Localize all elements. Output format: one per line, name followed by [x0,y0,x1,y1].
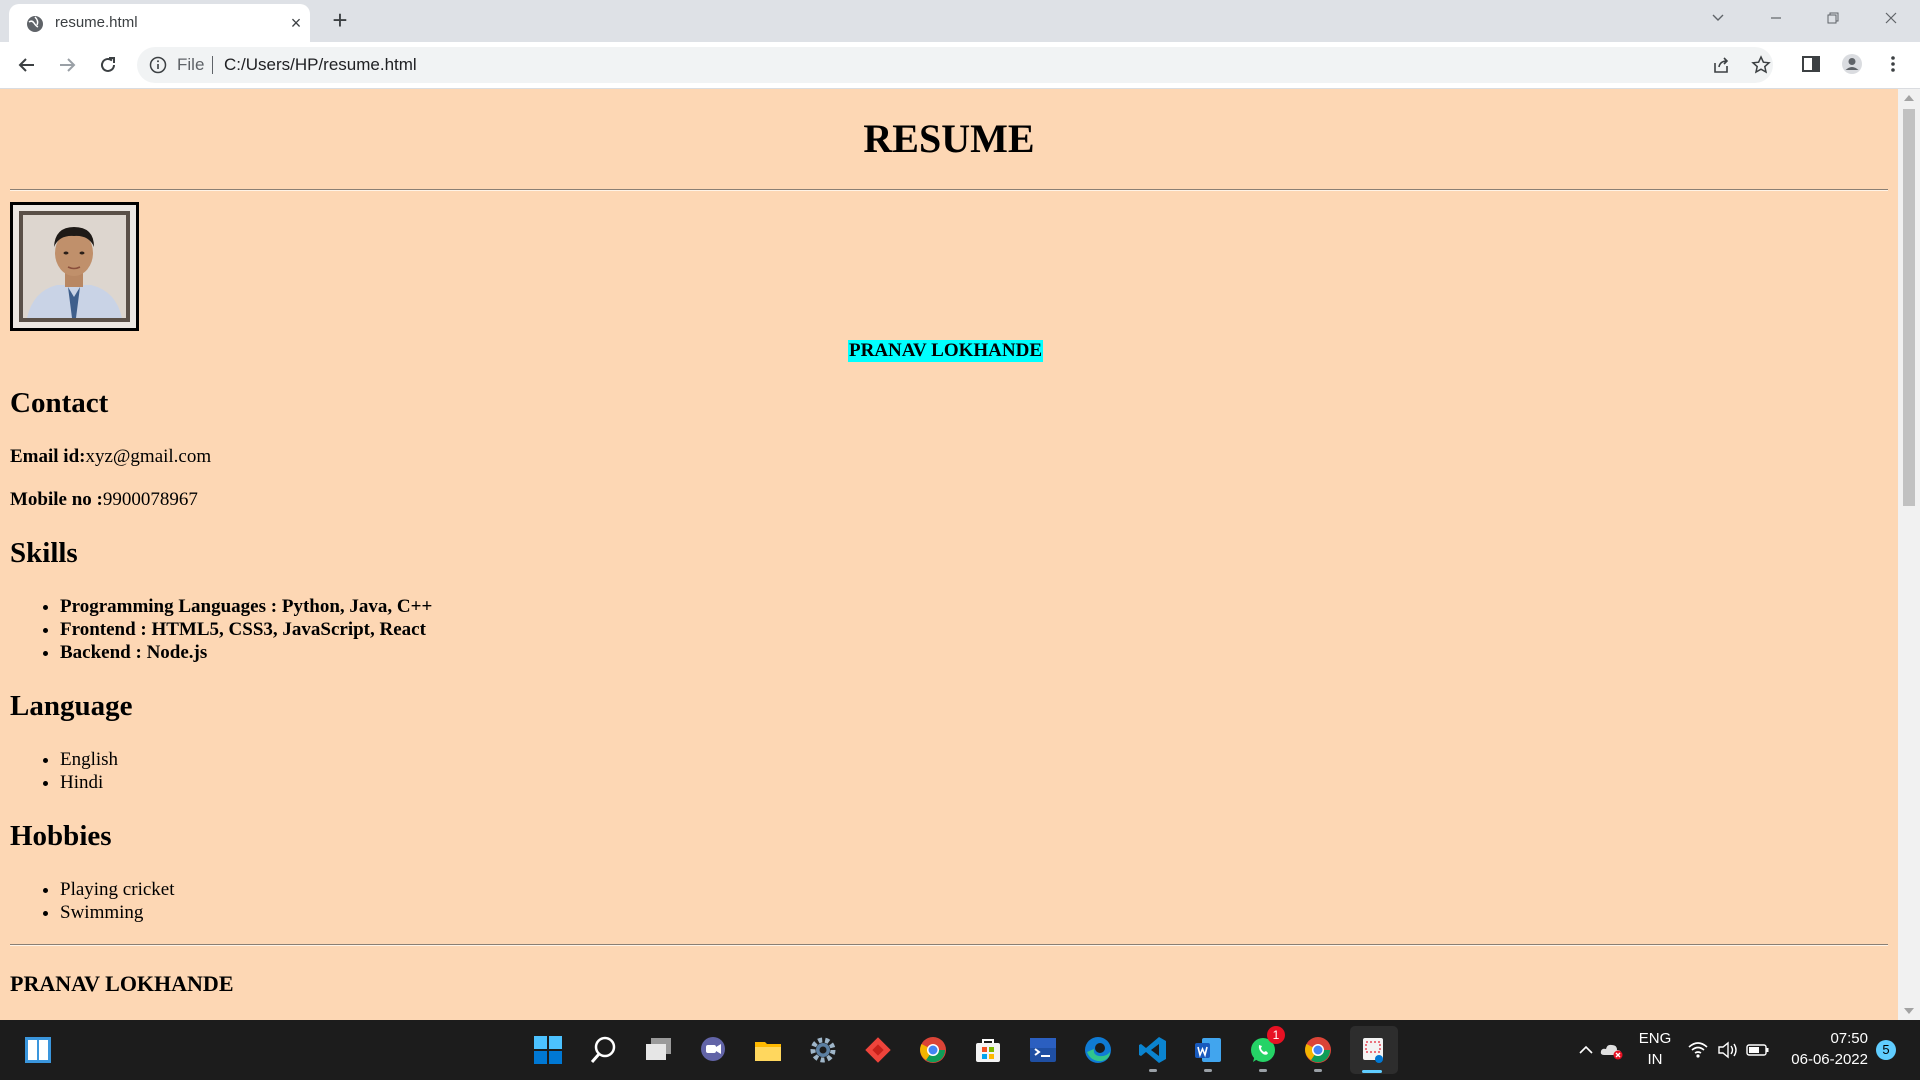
profile-photo [10,202,139,331]
address-bar[interactable]: File C:/Users/HP/resume.html [137,47,1773,83]
divider-top [10,189,1888,191]
scrollbar-thumb[interactable] [1903,109,1915,506]
resume-page: RESUME PRANAV LOKHANDE Contact Email id:… [0,89,1898,1020]
start-menu-icon[interactable] [530,1032,566,1068]
side-panel-icon[interactable] [1800,53,1822,75]
email-label: Email id: [10,446,86,467]
globe-icon [27,16,43,32]
clock-time[interactable]: 07:50 [1778,1030,1868,1047]
list-item: Playing cricket [60,878,175,901]
settings-gear-icon[interactable] [805,1032,841,1068]
back-icon[interactable] [13,51,41,79]
skills-list: Programming Languages : Python, Java, C+… [20,595,432,664]
hobbies-list: Playing cricket Swimming [20,878,175,924]
mobile-value: 9900078967 [102,489,198,510]
minimize-icon[interactable] [1761,6,1791,36]
dev-home-icon[interactable] [1025,1032,1061,1068]
forward-icon[interactable] [53,51,81,79]
skills-heading: Skills [10,537,78,569]
language-list: English Hindi [20,748,118,794]
running-indicator [1149,1069,1157,1072]
task-view-icon[interactable] [640,1032,676,1068]
list-item: Backend : Node.js [60,641,432,664]
hobbies-heading: Hobbies [10,820,112,852]
clock-date[interactable]: 06-06-2022 [1778,1051,1868,1068]
list-item: Programming Languages : Python, Java, C+… [60,595,432,618]
mobile-label: Mobile no : [10,489,103,510]
email-value: xyz@gmail.com [85,446,212,467]
language-indicator-top[interactable]: ENG [1634,1030,1676,1047]
running-indicator [1314,1069,1322,1072]
reload-icon[interactable] [94,51,122,79]
language-indicator-bottom[interactable]: IN [1634,1051,1676,1068]
footer-name: PRANAV LOKHANDE [10,971,234,996]
running-indicator [1362,1070,1382,1073]
mobile-line: Mobile no :9900078967 [10,489,198,511]
battery-icon[interactable] [1740,1032,1776,1068]
whatsapp-icon[interactable]: 1 [1245,1026,1285,1072]
running-indicator [1259,1069,1267,1072]
email-line: Email id:xyz@gmail.com [10,446,211,468]
language-heading: Language [10,690,133,722]
snipping-tool-icon[interactable] [1350,1026,1398,1074]
tab-title: resume.html [55,14,138,31]
scroll-down-arrow-icon[interactable] [1904,1008,1914,1014]
onedrive-cloud-icon[interactable] [1594,1032,1630,1068]
chrome-running-icon[interactable] [1300,1032,1336,1072]
notification-count-badge[interactable]: 5 [1876,1040,1896,1060]
menu-kebab-icon[interactable] [1882,53,1904,75]
vertical-scrollbar[interactable] [1898,89,1920,1020]
running-indicator [1204,1069,1212,1072]
url-text[interactable]: C:/Users/HP/resume.html [224,55,417,75]
microsoft-store-icon[interactable] [970,1032,1006,1068]
info-icon[interactable] [149,56,167,74]
word-icon[interactable] [1190,1032,1226,1072]
url-separator [212,56,213,74]
teams-chat-icon[interactable] [695,1032,731,1068]
highlighted-name: PRANAV LOKHANDE [848,340,1044,362]
windows-start-icon[interactable] [20,1032,56,1068]
search-icon[interactable] [585,1032,621,1068]
notification-badge: 1 [1267,1026,1285,1044]
list-item: English [60,748,118,771]
list-item: Swimming [60,901,175,924]
vscode-icon[interactable] [1135,1032,1171,1072]
profile-avatar-icon[interactable] [1841,53,1863,75]
list-item: Frontend : HTML5, CSS3, JavaScript, Reac… [60,618,432,641]
restore-icon[interactable] [1818,6,1848,36]
contact-heading: Contact [10,387,109,419]
url-scheme-label: File [177,55,205,74]
list-item: Hindi [60,771,118,794]
chrome-icon[interactable] [915,1032,951,1068]
share-icon[interactable] [1711,55,1731,75]
anydesk-icon[interactable] [860,1032,896,1068]
browser-toolbar: File C:/Users/HP/resume.html [0,42,1920,89]
browser-tab[interactable]: resume.html × [9,4,310,42]
file-explorer-icon[interactable] [750,1032,786,1068]
divider-bottom [10,944,1888,946]
scroll-up-arrow-icon[interactable] [1904,95,1914,101]
tab-search-icon[interactable] [1703,6,1733,36]
close-tab-icon[interactable]: × [285,12,307,34]
new-tab-button[interactable]: + [326,7,354,35]
windows-taskbar: 1 ENG IN 07:50 06-06-2022 5 [0,1020,1920,1080]
browser-tab-strip: resume.html × + [0,0,1920,42]
bookmark-star-icon[interactable] [1751,55,1771,75]
page-title: RESUME [863,116,1035,161]
edge-icon[interactable] [1080,1032,1116,1068]
close-window-icon[interactable] [1876,6,1906,36]
